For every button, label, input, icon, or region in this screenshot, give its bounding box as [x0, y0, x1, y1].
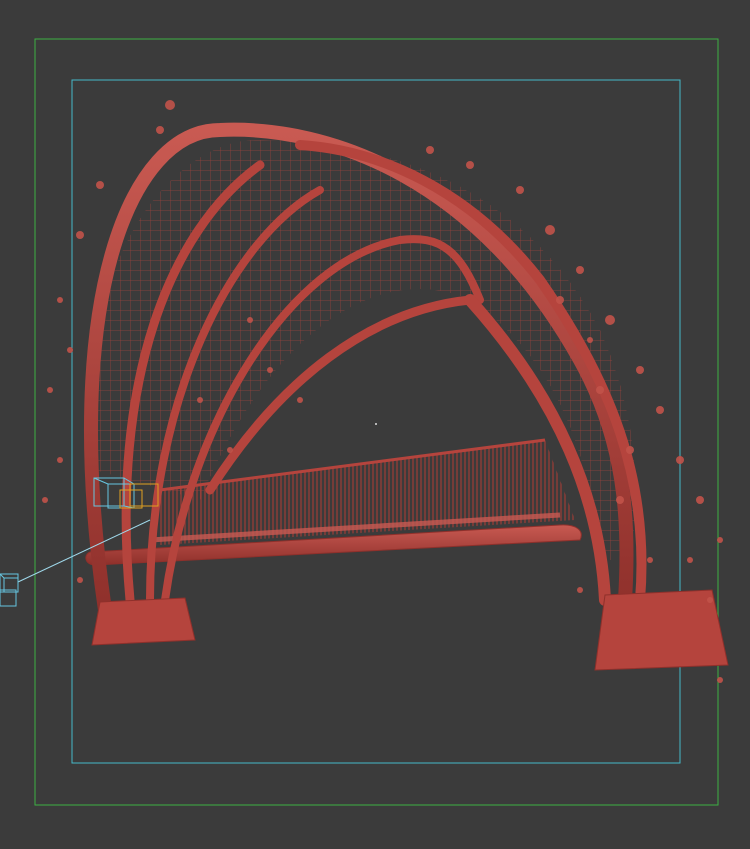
viewport-canvas[interactable]	[0, 0, 750, 849]
left-base	[91, 597, 196, 646]
swing-bench-arch-model[interactable]	[42, 100, 729, 683]
pivot-dot	[375, 423, 377, 425]
3d-viewport[interactable]	[0, 0, 750, 849]
camera-icon[interactable]	[0, 573, 19, 607]
